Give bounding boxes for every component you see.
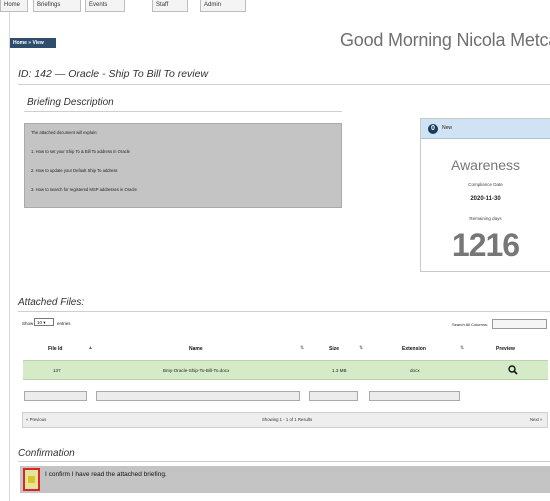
results-info: Showing 1 - 1 of 1 Results xyxy=(262,417,313,422)
search-all-columns-label: Search All Columns: xyxy=(452,322,489,327)
left-border-rule xyxy=(9,0,10,501)
search-all-columns-input[interactable] xyxy=(492,319,547,329)
nav-tab-briefings[interactable]: Briefings xyxy=(33,0,81,12)
status-label: New xyxy=(442,125,453,131)
page-title: ID: 142 — Oracle - Ship To Bill To revie… xyxy=(18,68,209,80)
entries-value: 10 xyxy=(37,320,43,325)
nav-tab-events[interactable]: Events xyxy=(85,0,125,12)
sort-icon[interactable]: ⇅ xyxy=(300,345,304,351)
nav-tab-admin[interactable]: Admin xyxy=(200,0,246,12)
status-new-icon: 0 xyxy=(428,124,438,134)
files-divider xyxy=(18,311,550,312)
entries-per-page-select[interactable]: 10 ▾ xyxy=(34,318,54,326)
top-nav: Home Briefings Events Staff Admin xyxy=(0,0,300,12)
briefing-line: 2. How to update your Default Ship To ad… xyxy=(31,168,118,173)
entries-label: entries xyxy=(57,321,71,326)
filter-name-input[interactable] xyxy=(96,391,300,401)
checkbox-fill xyxy=(28,476,35,483)
filter-file-id-input[interactable] xyxy=(24,391,87,401)
cell-file-name: Bmy-Oracle-Ship-To-Bill-To.docx xyxy=(163,368,230,373)
greeting-text: Good Morning Nicola Metcalfe xyxy=(340,30,550,50)
column-header-file-id[interactable]: File Id xyxy=(48,346,62,352)
briefing-section-title: Briefing Description xyxy=(27,97,114,108)
cell-file-extension: docx xyxy=(410,368,420,373)
briefing-type: Awareness xyxy=(450,157,520,173)
confirm-read-label[interactable]: I confirm I have read the attached brief… xyxy=(45,471,167,478)
briefing-line: 1. How to set your Ship To & Bill To add… xyxy=(31,149,130,154)
previous-page-button[interactable]: « Previous xyxy=(26,417,46,422)
cell-file-id: 137 xyxy=(53,368,61,373)
remaining-days-label: Remaining days xyxy=(469,216,502,221)
nav-tab-staff[interactable]: Staff xyxy=(152,0,188,12)
attached-files-title: Attached Files: xyxy=(18,297,85,308)
search-icon[interactable] xyxy=(508,365,518,375)
column-header-preview: Preview xyxy=(496,346,515,352)
filter-size-input[interactable] xyxy=(309,391,358,401)
column-header-extension[interactable]: Extension xyxy=(402,346,426,352)
next-page-button[interactable]: Next » xyxy=(530,417,542,422)
briefing-divider xyxy=(24,111,342,112)
compliance-date-label: Compliance Date xyxy=(468,182,503,187)
cell-file-size: 1.3 MB xyxy=(332,368,347,373)
briefing-line: 3. How to search for registered MSP addr… xyxy=(31,187,137,192)
confirmation-title: Confirmation xyxy=(18,448,75,459)
remaining-days-value: 1216 xyxy=(451,227,520,263)
confirmation-divider xyxy=(18,461,550,462)
compliance-date-value: 2020-11-30 xyxy=(470,196,501,202)
column-header-name[interactable]: Name xyxy=(189,346,203,352)
briefing-description-box: The attached document will explain: 1. H… xyxy=(24,123,342,208)
filter-extension-input[interactable] xyxy=(369,391,460,401)
show-entries-label: Show xyxy=(22,321,34,326)
breadcrumb[interactable]: Home » View xyxy=(10,38,56,48)
sort-up-icon[interactable]: ▲ xyxy=(88,345,93,351)
sort-icon[interactable]: ⇅ xyxy=(460,345,464,351)
briefing-line: The attached document will explain: xyxy=(31,130,98,135)
nav-tab-home[interactable]: Home xyxy=(0,0,28,12)
sort-icon[interactable]: ⇅ xyxy=(359,345,363,351)
status-card-header: 0 New xyxy=(421,119,550,139)
column-header-size[interactable]: Size xyxy=(329,346,339,352)
table-row xyxy=(23,360,548,380)
title-divider xyxy=(18,84,550,85)
status-card: 0 New Awareness Compliance Date 2020-11-… xyxy=(420,118,550,272)
confirm-read-checkbox[interactable] xyxy=(23,468,40,491)
